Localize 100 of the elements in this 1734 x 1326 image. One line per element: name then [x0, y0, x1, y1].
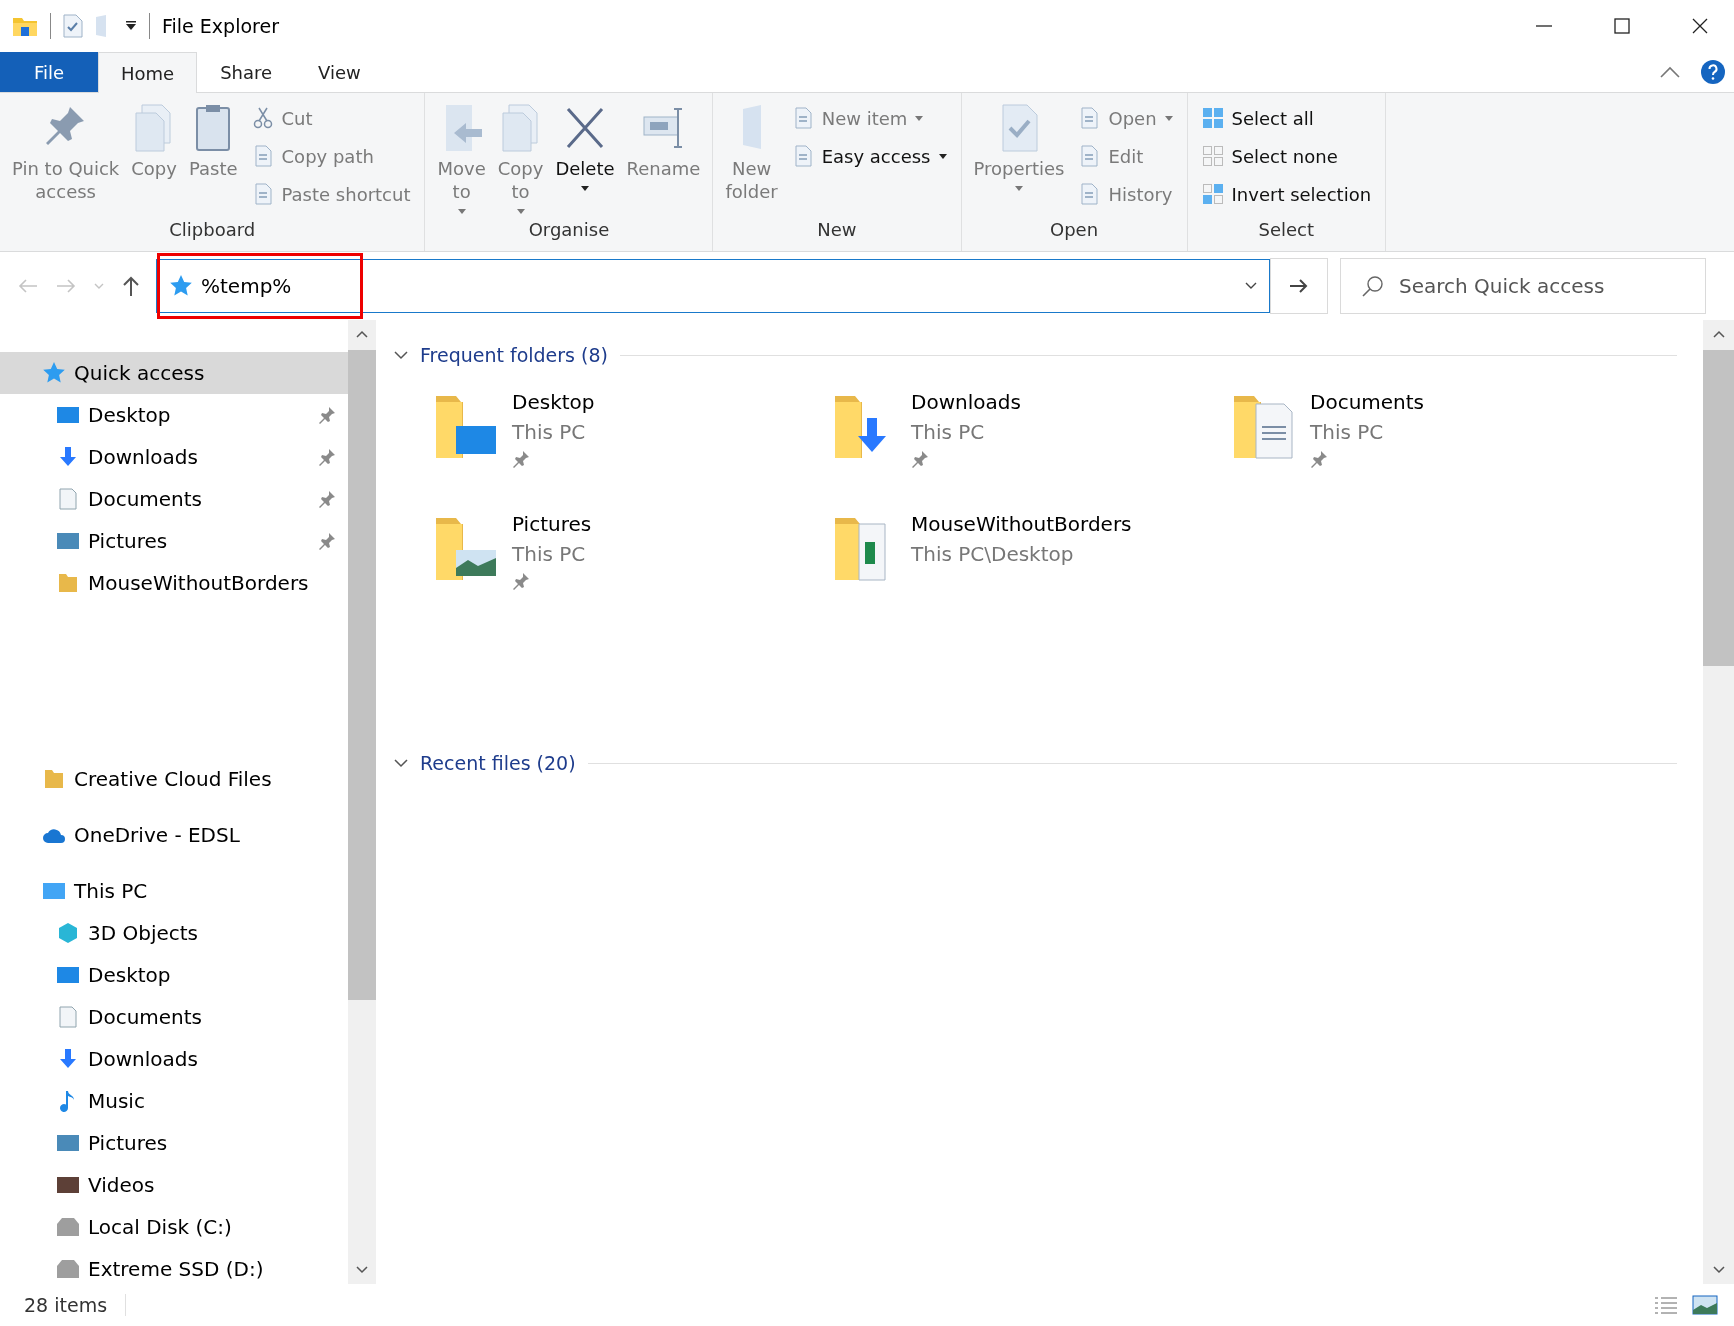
folder-tile[interactable]: Desktop This PC [434, 390, 833, 500]
star-icon [42, 361, 66, 385]
caret-icon [1015, 186, 1023, 191]
back-icon[interactable] [18, 278, 38, 294]
caret-icon [915, 115, 924, 121]
section-title[interactable]: Frequent folders (8) [420, 344, 608, 366]
folder-name: Documents [1310, 390, 1425, 414]
folder-location: This PC [512, 420, 586, 444]
window-title: File Explorer [162, 15, 279, 37]
properties-icon[interactable] [63, 14, 83, 38]
folder-name: Desktop [512, 390, 595, 414]
folder-icon[interactable] [12, 15, 38, 37]
folder-name: Downloads [911, 390, 1021, 414]
group-label: Open [1049, 219, 1100, 242]
star-icon [169, 274, 193, 298]
folder-tile[interactable]: MouseWithoutBorders This PC\Desktop [833, 512, 1232, 622]
scissors-icon [251, 107, 274, 129]
folder-tile[interactable]: Downloads This PC [833, 390, 1232, 500]
go-button[interactable] [1270, 258, 1328, 314]
ribbon-button[interactable]: Select all [1195, 99, 1378, 137]
objects-icon [56, 921, 80, 945]
help-icon[interactable] [1700, 59, 1726, 85]
nav-item[interactable]: Creative Cloud Files [0, 758, 348, 800]
scrollbar-thumb[interactable] [1703, 350, 1734, 666]
pin-icon[interactable] [318, 448, 336, 466]
large-icons-view-icon[interactable] [1692, 1295, 1718, 1315]
nav-item[interactable]: Downloads [0, 1038, 348, 1080]
pin-icon[interactable] [1310, 450, 1328, 468]
folder-name: MouseWithoutBorders [911, 512, 1132, 536]
chevron-icon[interactable] [394, 350, 408, 360]
pin-icon[interactable] [318, 406, 336, 424]
nav-item[interactable]: Videos [0, 1164, 348, 1206]
search-field[interactable]: Search Quick access [1340, 258, 1706, 314]
close-icon[interactable] [1692, 18, 1708, 34]
nav-item[interactable]: Desktop [0, 954, 348, 996]
nav-item[interactable]: Music [0, 1080, 348, 1122]
pin-icon[interactable] [318, 532, 336, 550]
ribbon-button[interactable]: Invert selection [1195, 175, 1378, 213]
chevron-down-icon[interactable] [1712, 1266, 1725, 1274]
arrow-right-icon [1290, 279, 1308, 293]
scrollbar[interactable] [348, 320, 376, 1284]
nav-item[interactable]: Documents [0, 996, 348, 1038]
nav-item[interactable]: 3D Objects [0, 912, 348, 954]
nav-item[interactable]: Pictures [0, 520, 348, 562]
maximize-icon[interactable] [1614, 18, 1630, 34]
item-count: 28 items [24, 1294, 108, 1316]
open-icon [1078, 107, 1101, 129]
nav-item[interactable]: This PC [0, 870, 348, 912]
caret-icon [938, 153, 947, 159]
nav-item[interactable]: Downloads [0, 436, 348, 478]
folder-tile[interactable]: Documents This PC [1232, 390, 1631, 500]
forward-icon[interactable] [56, 278, 76, 294]
caret-icon [516, 209, 525, 214]
group-label: Select [1257, 219, 1316, 242]
chevron-down-icon[interactable] [1245, 282, 1257, 290]
folder-tile[interactable]: Pictures This PC [434, 512, 833, 622]
nav-item[interactable]: Quick access [0, 352, 348, 394]
caret-icon [581, 186, 589, 191]
chevron-icon[interactable] [394, 758, 408, 768]
group-label: New [816, 219, 858, 242]
scrollbar[interactable] [1703, 320, 1734, 1284]
nav-item[interactable]: MouseWithoutBorders [0, 562, 348, 604]
pin-icon[interactable] [512, 572, 530, 590]
pin-icon[interactable] [512, 450, 530, 468]
up-arrow-icon[interactable] [122, 276, 140, 296]
select-none-icon [1201, 145, 1224, 167]
group-label: Clipboard [168, 219, 257, 242]
folder-icon [56, 571, 80, 595]
folder-name: Pictures [512, 512, 592, 536]
caret-icon [457, 209, 466, 214]
nav-item[interactable]: Pictures [0, 1122, 348, 1164]
ribbon-button[interactable]: Select none [1195, 137, 1378, 175]
chevron-up-icon[interactable] [1712, 330, 1725, 338]
search-icon [1362, 275, 1384, 297]
nav-item[interactable]: Desktop [0, 394, 348, 436]
ribbon-button[interactable]: Easy access [785, 137, 953, 175]
documents-icon [56, 1005, 80, 1029]
nav-item[interactable]: Extreme SSD (D:) [0, 1248, 348, 1290]
edit-icon [1078, 145, 1101, 167]
section-title[interactable]: Recent files (20) [420, 752, 576, 774]
address-field[interactable]: %temp% [156, 259, 1270, 313]
ribbon-button[interactable]: Delete [551, 99, 619, 219]
chevron-up-icon[interactable] [356, 330, 368, 338]
pin-icon[interactable] [911, 450, 929, 468]
collapse-ribbon-icon[interactable] [1660, 66, 1680, 78]
details-view-icon[interactable] [1654, 1295, 1678, 1315]
ribbon-tab[interactable]: File [0, 52, 98, 92]
ribbon-tab[interactable]: Home [98, 52, 198, 93]
nav-item[interactable]: Documents [0, 478, 348, 520]
pin-icon[interactable] [318, 490, 336, 508]
documents-icon [56, 487, 80, 511]
group-label: Organise [527, 219, 611, 242]
caret-icon [1164, 115, 1173, 121]
chevron-down-icon[interactable] [356, 1266, 368, 1274]
nav-item[interactable]: OneDrive - EDSL [0, 814, 348, 856]
caret-icon[interactable] [125, 21, 137, 31]
history-icon [1078, 183, 1101, 205]
nav-item[interactable]: Local Disk (C:) [0, 1206, 348, 1248]
scrollbar-thumb[interactable] [348, 350, 376, 1000]
drive-icon [56, 1257, 80, 1281]
